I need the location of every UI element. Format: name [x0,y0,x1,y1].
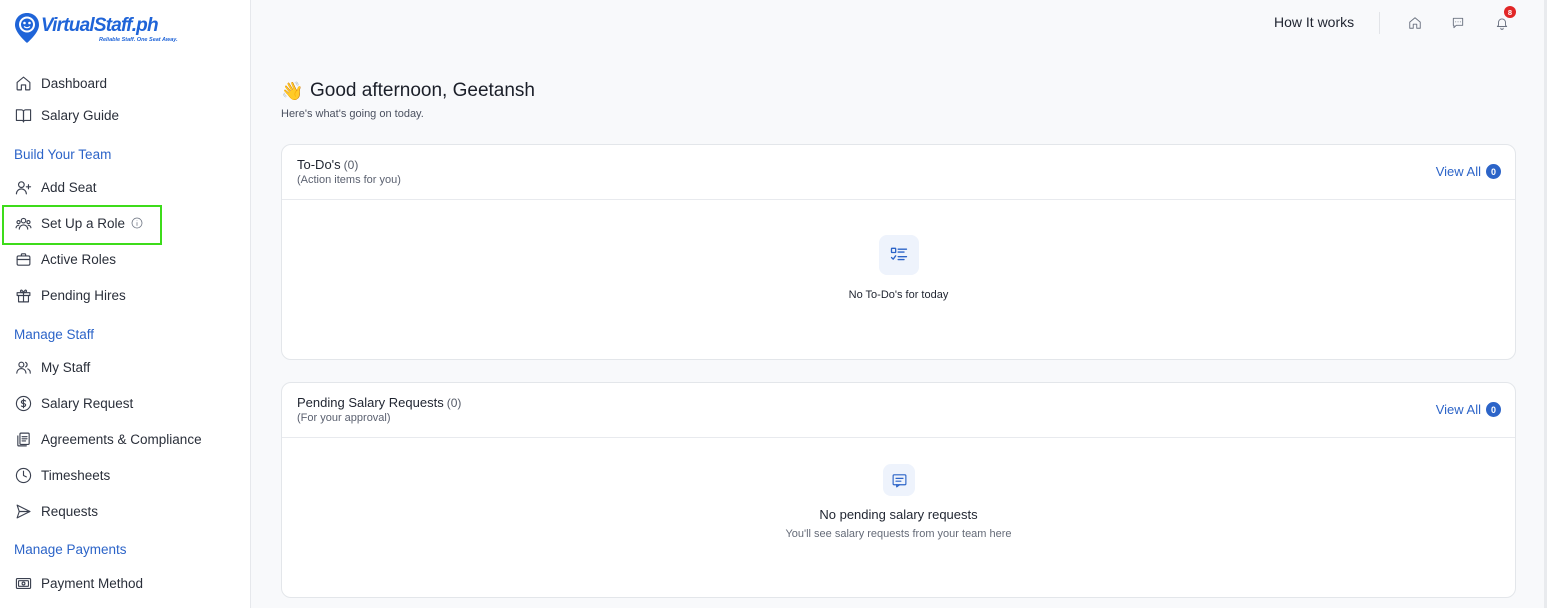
salary-requests-card: Pending Salary Requests (0) (For your app… [281,382,1516,598]
todos-title: To-Do's [297,157,341,172]
sidebar-item-salary-guide[interactable]: Salary Guide [14,103,119,127]
section-build-your-team: Build Your Team [14,147,112,162]
book-icon [14,106,32,124]
card-title: Pending Salary Requests (0) [297,395,461,410]
clock-icon [14,466,32,484]
salary-requests-empty-subtitle: You'll see salary requests from your tea… [785,528,1012,540]
sidebar-item-label: Salary Request [41,395,134,411]
sidebar-item-label: Dashboard [41,75,108,91]
wave-emoji: 👋 [281,81,304,101]
todos-view-all-link[interactable]: View All 0 [1436,164,1501,179]
salary-requests-count: (0) [446,396,462,410]
card-header: To-Do's (0) (Action items for you) View A… [282,145,1515,200]
documents-icon [14,430,32,448]
brand-tagline: Reliable Staff. One Seat Away. [99,37,178,43]
sidebar-item-label: Payment Method [41,575,144,591]
briefcase-icon [14,250,32,268]
sidebar-item-timesheets[interactable]: Timesheets [14,463,110,487]
todos-subtitle: (Action items for you) [297,174,401,186]
sidebar-item-agreements-compliance[interactable]: Agreements & Compliance [14,427,202,451]
logo-pin-icon [14,12,40,44]
sidebar-item-label: Requests [41,503,99,519]
highlight-box [2,205,162,245]
page-subtitle: Here's what's going on today. [281,108,424,120]
card-header: Pending Salary Requests (0) (For your app… [282,383,1515,438]
view-all-count: 0 [1486,164,1501,179]
section-manage-payments: Manage Payments [14,542,127,557]
home-icon [14,74,32,92]
sidebar-item-payment-method[interactable]: Payment Method [14,571,143,595]
chat-icon[interactable] [1450,15,1466,31]
dollar-circle-icon [14,394,32,412]
checklist-icon [879,235,919,275]
sidebar: VirtualStaff.ph Reliable Staff. One Seat… [0,0,251,608]
sidebar-item-label: Add Seat [41,179,97,195]
sidebar-item-requests[interactable]: Requests [14,499,98,523]
brand-name: VirtualStaff.ph [41,15,159,36]
sidebar-item-add-seat[interactable]: Add Seat [14,175,97,199]
wallet-icon [14,574,32,592]
sidebar-item-dashboard[interactable]: Dashboard [14,71,107,95]
sidebar-item-label: Active Roles [41,251,117,267]
brand-logo[interactable]: VirtualStaff.ph Reliable Staff. One Seat… [14,12,178,44]
card-title: To-Do's (0) [297,157,358,172]
salary-requests-empty-title: No pending salary requests [819,507,978,522]
topbar-divider [1379,12,1380,34]
user-group-icon [14,358,32,376]
salary-requests-title: Pending Salary Requests [297,395,444,410]
salary-requests-subtitle: (For your approval) [297,412,391,424]
user-plus-icon [14,178,32,196]
page-title: Good afternoon, Geetansh [310,80,535,101]
sidebar-item-label: Timesheets [41,467,111,483]
notification-badge: 8 [1504,6,1516,18]
salary-requests-view-all-link[interactable]: View All 0 [1436,402,1501,417]
todos-empty-text: No To-Do's for today [848,289,949,301]
view-all-label: View All [1435,402,1481,417]
sidebar-item-label: Salary Guide [41,107,120,123]
home-icon[interactable] [1407,15,1423,31]
sidebar-item-label: Agreements & Compliance [41,431,202,447]
sidebar-item-active-roles[interactable]: Active Roles [14,247,116,271]
receipt-icon [883,464,915,496]
todos-count: (0) [343,158,359,172]
sidebar-item-label: Pending Hires [41,287,126,303]
sidebar-item-label: My Staff [41,359,91,375]
sidebar-item-pending-hires[interactable]: Pending Hires [14,283,126,307]
view-all-count: 0 [1486,402,1501,417]
view-all-label: View All [1435,164,1481,179]
section-manage-staff: Manage Staff [14,327,95,342]
how-it-works-link[interactable]: How It works [1274,14,1354,30]
sidebar-item-salary-request[interactable]: Salary Request [14,391,133,415]
todos-card: To-Do's (0) (Action items for you) View A… [281,144,1516,360]
sidebar-item-my-staff[interactable]: My Staff [14,355,90,379]
gift-icon [14,286,32,304]
send-icon [14,502,32,520]
